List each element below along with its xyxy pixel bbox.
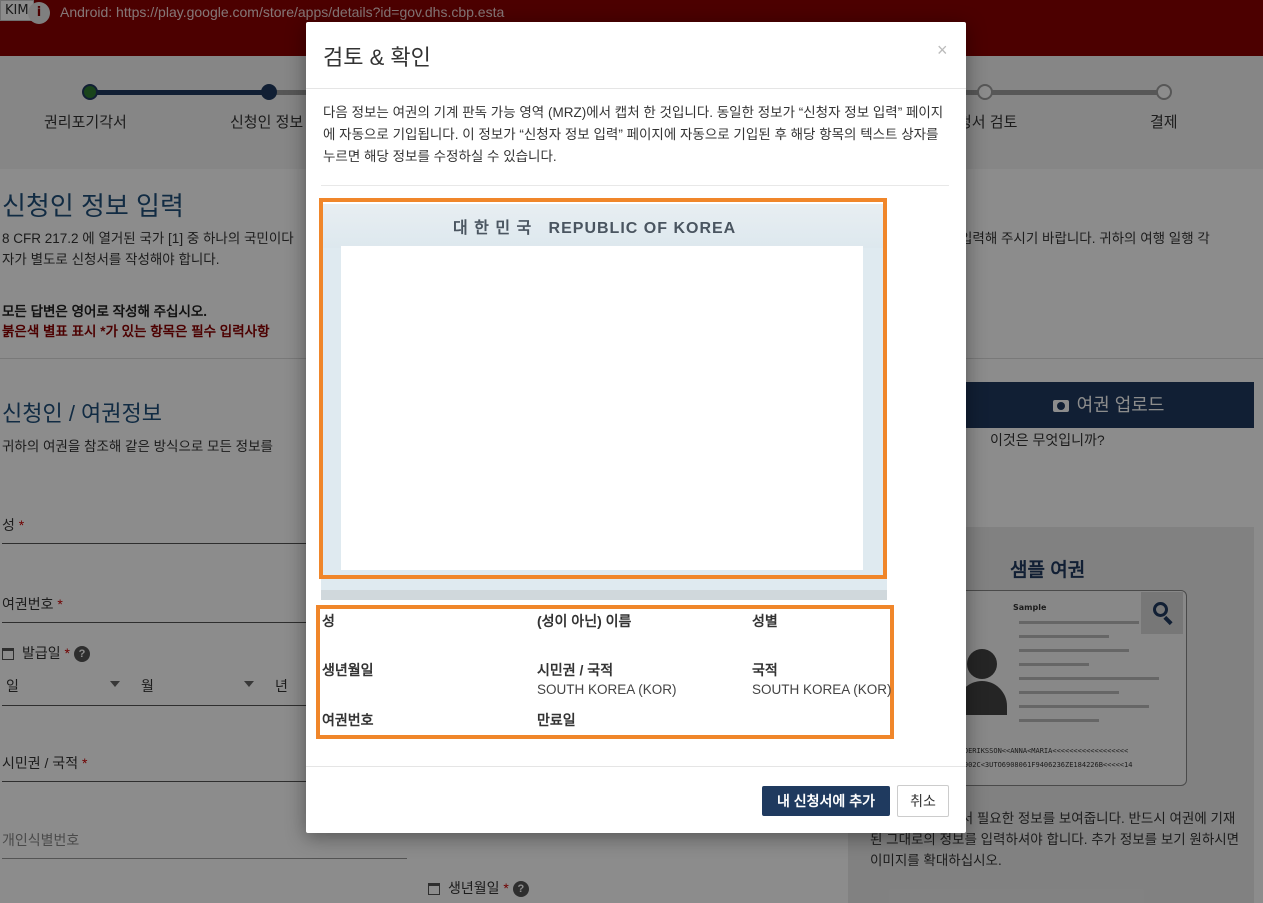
gender-label: 성별 (752, 613, 778, 629)
passport-highlight-frame (319, 198, 887, 579)
modal-content-divider (321, 185, 949, 186)
given-name-label: (성이 아닌) 이름 (537, 613, 632, 629)
cancel-button[interactable]: 취소 (897, 785, 949, 817)
passport-edge (321, 590, 887, 600)
modal-header-divider (306, 88, 966, 89)
citizenship-value: SOUTH KOREA (KOR) (537, 682, 677, 697)
modal-footer-divider (306, 766, 966, 767)
nationality-value: SOUTH KOREA (KOR) (752, 682, 892, 697)
dob-label: 생년월일 (322, 662, 374, 678)
close-icon[interactable]: × (937, 40, 948, 61)
expiry-date-label: 만료일 (537, 712, 576, 728)
review-confirm-modal: 검토 & 확인 × 다음 정보는 여권의 기계 판독 가능 영역 (MRZ)에서… (306, 22, 966, 833)
nationality-label: 국적 (752, 662, 778, 678)
modal-description: 다음 정보는 여권의 기계 판독 가능 영역 (MRZ)에서 캡처 한 것입니다… (323, 105, 944, 164)
surname-label: 성 (322, 613, 335, 629)
add-to-application-button[interactable]: 내 신청서에 추가 (762, 786, 890, 816)
passport-number-label: 여권번호 (322, 712, 374, 728)
modal-title: 검토 & 확인 (323, 45, 431, 70)
citizenship-label: 시민권 / 국적 (537, 662, 614, 678)
